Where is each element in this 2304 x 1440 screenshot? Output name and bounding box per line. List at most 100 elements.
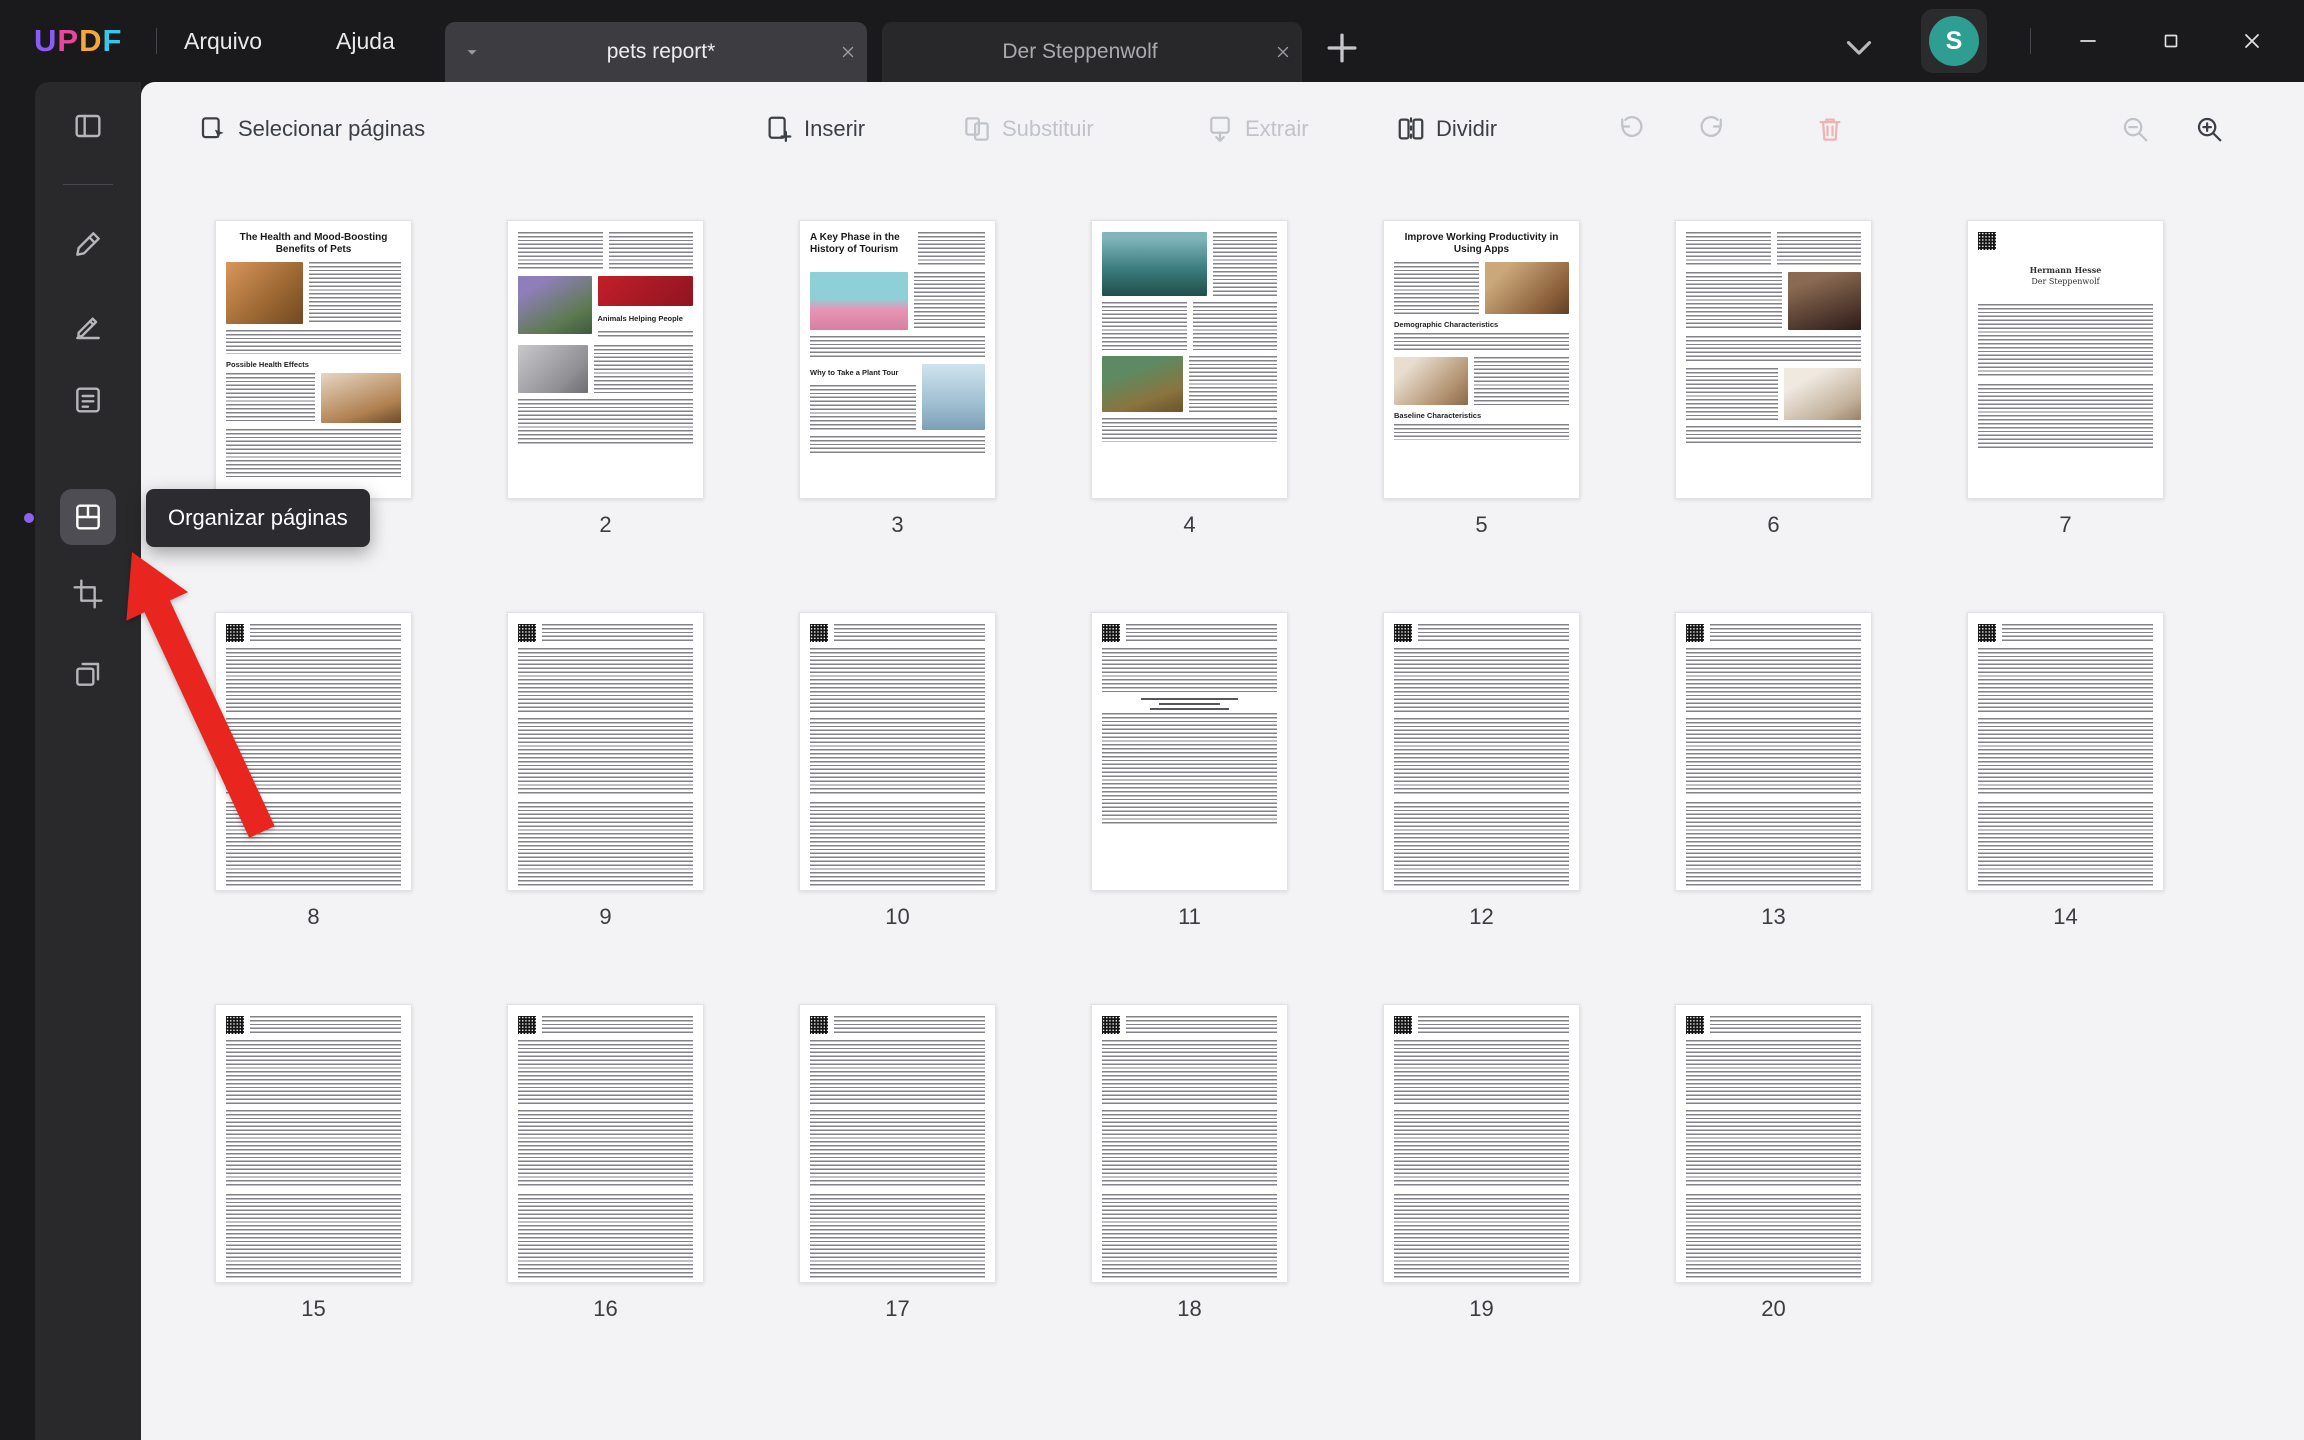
- text-lines: [226, 1040, 401, 1104]
- text-lines: [518, 802, 693, 886]
- sidebar-item-organize[interactable]: [60, 489, 116, 545]
- photo-red: [598, 276, 694, 306]
- tab-pets-report[interactable]: pets report*: [445, 22, 867, 82]
- page-thumbnail-6[interactable]: [1675, 220, 1872, 499]
- page-cell: 11: [1091, 612, 1288, 930]
- sidebar-item-flatten[interactable]: [60, 646, 116, 702]
- page-row: [1686, 368, 1861, 420]
- qr-code: [1394, 1016, 1412, 1034]
- text-lines: [1102, 1194, 1277, 1278]
- page-thumbnail-11[interactable]: [1091, 612, 1288, 891]
- insert-button[interactable]: Inserir: [764, 114, 865, 144]
- text-lines: [834, 624, 985, 642]
- select-pages-button[interactable]: Selecionar páginas: [198, 114, 425, 144]
- page-row: Why to Take a Plant Tour: [810, 364, 985, 430]
- text-lines: [1126, 624, 1277, 642]
- page-thumbnail-3[interactable]: A Key Phase in the History of Tourism Why…: [799, 220, 996, 499]
- page-row: [1102, 302, 1277, 350]
- account-button[interactable]: S: [1921, 9, 1987, 73]
- qr-code: [1978, 624, 1996, 642]
- sidebar-item-forms[interactable]: [60, 372, 116, 428]
- page-thumbnail-1[interactable]: The Health and Mood-Boosting Benefits of…: [215, 220, 412, 499]
- text-lines: [1126, 1016, 1277, 1034]
- minimize-button[interactable]: [2056, 0, 2120, 82]
- text-lines: [810, 648, 985, 712]
- rotate-left-button: [1616, 114, 1646, 144]
- text-lines: [609, 232, 694, 270]
- tab-close-button[interactable]: [1274, 43, 1292, 61]
- page-number: 7: [1967, 512, 2164, 538]
- extract-label: Extrair: [1245, 116, 1309, 142]
- page-thumbnail-9[interactable]: [507, 612, 704, 891]
- page-thumbnail-12[interactable]: [1383, 612, 1580, 891]
- replace-page-icon: [962, 114, 992, 144]
- page-thumbnail-10[interactable]: [799, 612, 996, 891]
- page-heading-text: Possible Health Effects: [226, 360, 401, 369]
- page-thumbnail-7[interactable]: Hermann HesseDer Steppenwolf: [1967, 220, 2164, 499]
- page-number: 5: [1383, 512, 1580, 538]
- text-lines: [518, 718, 693, 796]
- split-button[interactable]: Dividir: [1396, 114, 1497, 144]
- text-lines: [250, 1016, 401, 1034]
- page-thumbnail-13[interactable]: [1675, 612, 1872, 891]
- sidebar-item-crop[interactable]: [60, 566, 116, 622]
- page-thumbnail-4[interactable]: [1091, 220, 1288, 499]
- text-lines: [914, 272, 985, 330]
- page-thumbnail-5[interactable]: Improve Working Productivity in Using Ap…: [1383, 220, 1580, 499]
- page-row: [226, 1016, 401, 1034]
- page-heading-text: Why to Take a Plant Tour: [810, 368, 916, 377]
- sidebar-item-annotate[interactable]: [60, 216, 116, 272]
- qr-code: [1394, 624, 1412, 642]
- rotate-right-icon: [1697, 114, 1727, 144]
- text-lines: [226, 429, 401, 477]
- page-row: [226, 262, 401, 324]
- minimize-icon: [2076, 29, 2100, 53]
- photo-car: [810, 272, 908, 330]
- close-window-button[interactable]: [2220, 0, 2284, 82]
- qr-code: [1102, 624, 1120, 642]
- sidebar-divider: [63, 184, 113, 185]
- page-thumbnail-8[interactable]: [215, 612, 412, 891]
- text-lines: [1686, 272, 1782, 330]
- sidebar-item-edit[interactable]: [60, 298, 116, 354]
- tab-close-button[interactable]: [839, 43, 857, 61]
- page-col: Animals Helping People: [598, 276, 694, 339]
- text-lines: [518, 1110, 693, 1188]
- page-row: [518, 345, 693, 393]
- zoom-in-button[interactable]: [2194, 114, 2224, 144]
- maximize-button[interactable]: [2139, 0, 2203, 82]
- page-thumbnail-16[interactable]: [507, 1004, 704, 1283]
- page-number: 15: [215, 1296, 412, 1322]
- page-thumbnail-15[interactable]: [215, 1004, 412, 1283]
- tooltip-organize-pages: Organizar páginas: [146, 489, 370, 547]
- page-thumbnail-14[interactable]: [1967, 612, 2164, 891]
- chevron-down-icon[interactable]: [1838, 26, 1880, 68]
- text-lines: [1978, 802, 2153, 886]
- sidebar-item-reader[interactable]: [60, 98, 116, 154]
- page-thumbnail-20[interactable]: [1675, 1004, 1872, 1283]
- text-lines: [518, 399, 693, 445]
- tab-der-steppenwolf[interactable]: Der Steppenwolf: [882, 22, 1302, 82]
- page-thumbnail-2[interactable]: Animals Helping People: [507, 220, 704, 499]
- page-number: 3: [799, 512, 996, 538]
- page-row: [1978, 232, 2153, 250]
- text-lines: [1394, 1194, 1569, 1278]
- titlebar-divider: [156, 28, 157, 54]
- page-thumbnail-18[interactable]: [1091, 1004, 1288, 1283]
- text-lines: [810, 436, 985, 454]
- menu-arquivo[interactable]: Arquivo: [178, 0, 268, 82]
- page-row: [1102, 356, 1277, 412]
- page-cell: 17: [799, 1004, 996, 1322]
- page-title-text: A Key Phase in the History of Tourism: [810, 232, 912, 266]
- replace-label: Substituir: [1002, 116, 1094, 142]
- page-thumbnail-19[interactable]: [1383, 1004, 1580, 1283]
- new-tab-button[interactable]: [1320, 26, 1364, 70]
- text-lines: [810, 802, 985, 886]
- active-tool-indicator: [24, 513, 34, 523]
- page-thumbnail-17[interactable]: [799, 1004, 996, 1283]
- page-row: [1686, 272, 1861, 330]
- photo-writing: [1784, 368, 1861, 420]
- qr-code: [1102, 1016, 1120, 1034]
- zoom-in-icon: [2194, 114, 2224, 144]
- menu-ajuda[interactable]: Ajuda: [330, 0, 401, 82]
